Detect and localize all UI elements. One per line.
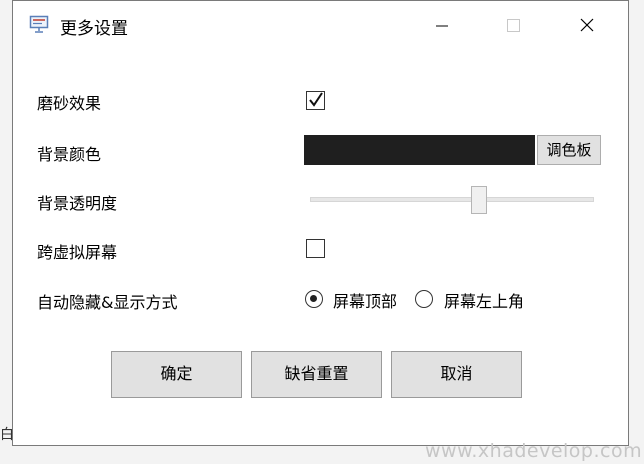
frosted-glass-checkbox[interactable]	[306, 91, 325, 110]
background-color-label: 背景颜色	[37, 145, 102, 164]
radio-selected-dot	[310, 295, 317, 302]
cross-virtual-screen-checkbox[interactable]	[306, 239, 325, 258]
radio-screen-top-left-label[interactable]: 屏幕左上角	[444, 288, 524, 312]
ok-button[interactable]: 确定	[111, 351, 242, 398]
reset-defaults-button[interactable]: 缺省重置	[251, 351, 382, 398]
opacity-slider-thumb[interactable]	[470, 186, 487, 214]
radio-screen-top[interactable]	[305, 290, 323, 308]
watermark-text: www.xhadevelop.com	[425, 440, 643, 462]
minimize-icon[interactable]	[427, 13, 457, 39]
radio-screen-top-left[interactable]	[415, 290, 433, 308]
auto-hide-label: 自动隐藏&显示方式	[37, 293, 178, 312]
palette-button[interactable]: 调色板	[537, 135, 601, 165]
opacity-slider-track[interactable]	[310, 197, 594, 202]
frosted-glass-label: 磨砂效果	[37, 94, 102, 113]
presentation-board-icon	[29, 15, 49, 33]
cancel-button[interactable]: 取消	[391, 351, 522, 398]
cross-virtual-screen-label: 跨虚拟屏幕	[37, 243, 118, 262]
maximize-icon[interactable]	[498, 13, 528, 39]
radio-screen-top-label[interactable]: 屏幕顶部	[333, 288, 397, 312]
window-title: 更多设置	[60, 19, 128, 39]
close-icon[interactable]	[572, 13, 602, 39]
background-opacity-label: 背景透明度	[37, 194, 118, 213]
color-swatch[interactable]	[304, 135, 535, 165]
checkmark-icon	[309, 92, 323, 107]
title-bar[interactable]: 更多设置	[13, 1, 628, 49]
settings-dialog: 更多设置 磨砂效果 背景颜色 调色板 背景透明度 跨虚拟屏幕 自动隐藏&显示方式…	[12, 0, 629, 446]
